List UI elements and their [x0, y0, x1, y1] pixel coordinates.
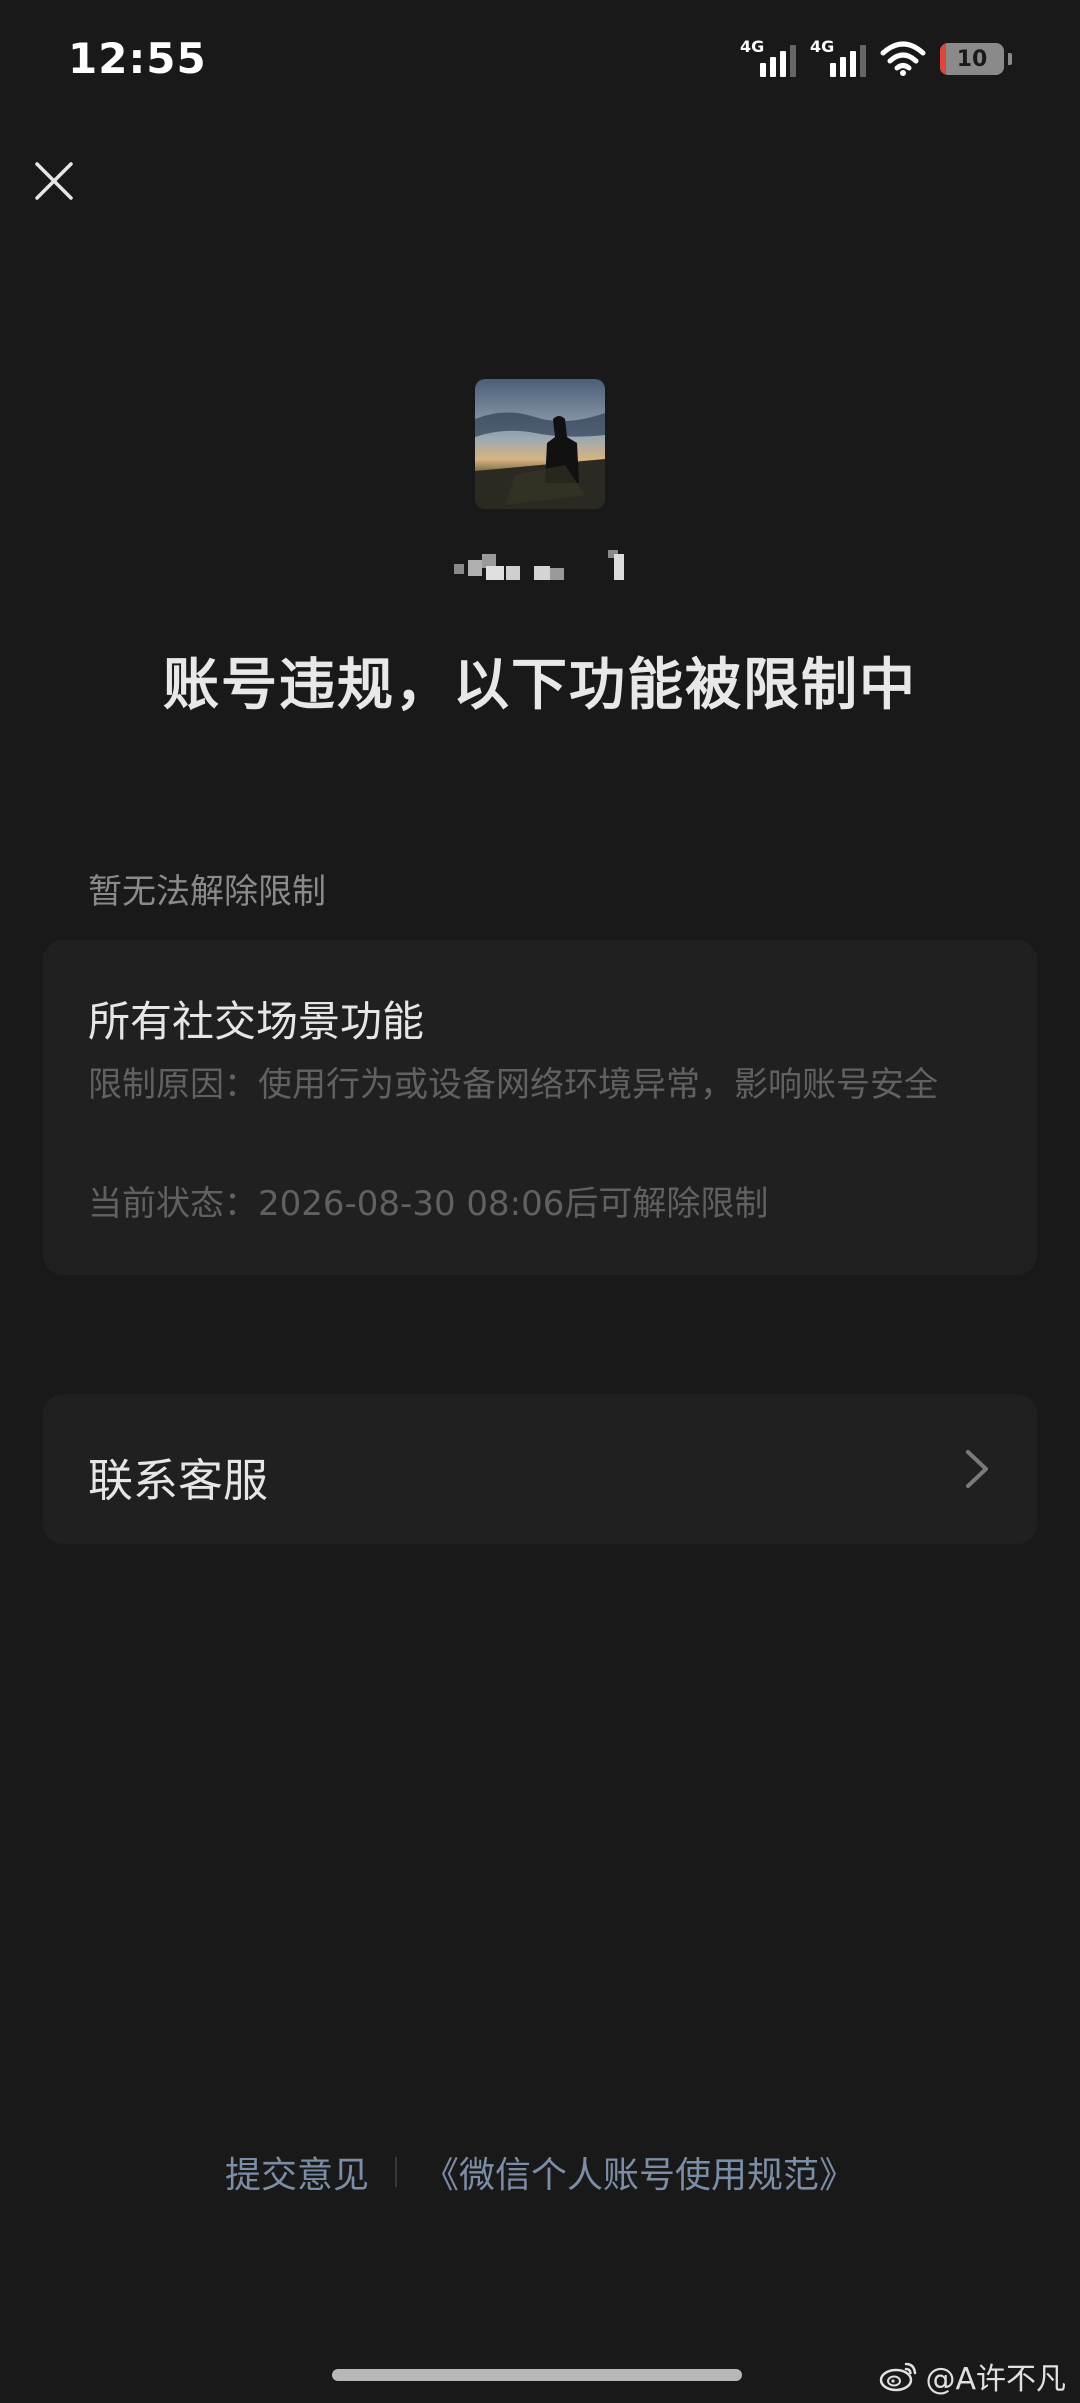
section-label: 暂无法解除限制 [88, 872, 326, 912]
watermark: @A许不凡 [879, 2354, 1066, 2398]
feedback-link[interactable]: 提交意见 [225, 2146, 369, 2198]
contact-support-label: 联系客服 [88, 1454, 269, 1507]
status-time: 12:55 [68, 34, 207, 83]
chevron-right-icon [966, 1450, 988, 1488]
wifi-icon [880, 41, 926, 76]
cellular-signal-icon: 4G [810, 37, 866, 79]
close-button[interactable] [28, 155, 80, 207]
close-icon [35, 162, 73, 200]
masked-nickname [450, 548, 640, 584]
cellular-signal-icon: 4G [740, 37, 796, 79]
page-title: 账号违规，以下功能被限制中 [163, 653, 917, 718]
status-icons: 4G 4G 10 [740, 37, 1012, 80]
home-indicator[interactable] [332, 2369, 742, 2381]
avatar [475, 379, 605, 509]
battery-tip [1008, 53, 1012, 65]
restriction-reason: 限制原因：使用行为或设备网络环境异常，影响账号安全 [88, 1065, 938, 1105]
contact-support-button[interactable]: 联系客服 [43, 1394, 1037, 1544]
restriction-title: 所有社交场景功能 [88, 997, 425, 1046]
footer-links: 提交意见 《微信个人账号使用规范》 [0, 2146, 1080, 2198]
battery-icon: 10 [940, 43, 1004, 75]
weibo-icon [880, 2362, 917, 2392]
battery-percent: 10 [956, 46, 988, 72]
restriction-card: 所有社交场景功能 限制原因：使用行为或设备网络环境异常，影响账号安全 当前状态：… [43, 940, 1037, 1275]
restriction-status: 当前状态：2026-08-30 08:06后可解除限制 [88, 1184, 769, 1224]
status-bar: 12:55 4G 4G 10 [0, 0, 1080, 120]
policy-link[interactable]: 《微信个人账号使用规范》 [423, 2146, 855, 2198]
watermark-text: @A许不凡 [925, 2362, 1066, 2397]
footer-divider [395, 2157, 397, 2187]
